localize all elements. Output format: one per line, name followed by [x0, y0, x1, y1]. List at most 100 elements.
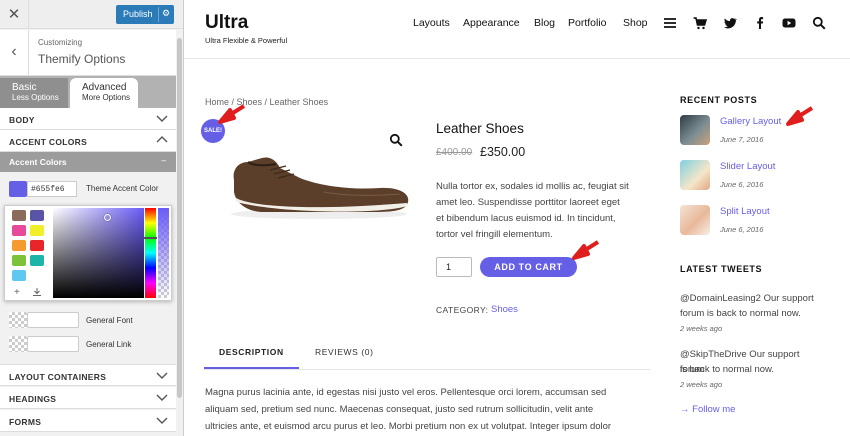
font-color-swatch[interactable] [9, 312, 27, 328]
opacity-slider[interactable] [158, 208, 169, 298]
facebook-icon[interactable] [753, 16, 767, 30]
close-icon[interactable]: ✕ [0, 0, 29, 29]
accent-colors-sublabel: Accent Colors [9, 157, 67, 167]
product-description-line: tortor vel fringill elementum. [436, 229, 553, 240]
general-link-label: General Link [86, 340, 132, 349]
general-font-label: General Font [86, 316, 133, 325]
palette-swatch[interactable] [30, 240, 44, 251]
site-tagline: Ultra Flexible & Powerful [205, 36, 288, 45]
publish-label: Publish [123, 9, 153, 19]
recent-post-title[interactable]: Split Layout [720, 206, 770, 217]
tab-description[interactable]: DESCRIPTION [219, 347, 284, 357]
panel-scrollbar-thumb[interactable] [177, 38, 182, 398]
gear-icon[interactable]: ⚙ [162, 8, 170, 19]
recent-post-title[interactable]: Gallery Layout [720, 116, 781, 127]
product-description-line: Nulla tortor ex, sodales id mollis ac, f… [436, 181, 629, 192]
palette-swatch[interactable] [12, 210, 26, 221]
download-icon[interactable] [32, 287, 42, 297]
old-price: £400.00 [436, 147, 473, 158]
tab-reviews[interactable]: REVIEWS (0) [315, 347, 374, 357]
recent-post-title[interactable]: Slider Layout [720, 161, 775, 172]
nav-blog[interactable]: Blog [534, 17, 555, 29]
accent-colors-subheader[interactable]: Accent Colors – [0, 152, 176, 172]
add-to-cart-button[interactable]: ADD TO CART [480, 257, 577, 277]
chevron-down-icon[interactable] [156, 414, 168, 426]
site-logo[interactable]: Ultra [205, 12, 248, 34]
palette-swatch[interactable] [30, 255, 44, 266]
accent-color-swatch[interactable] [9, 181, 27, 197]
back-arrow-icon[interactable]: ‹ [0, 30, 29, 76]
description-body-line: aliquam sed, pretium sed nunc. Maecenas … [205, 404, 594, 415]
follow-me-link[interactable]: → Follow me [680, 404, 735, 415]
search-icon[interactable] [812, 16, 826, 30]
customizer-topbar: ✕ Publish ⚙ [0, 0, 183, 29]
product-description-line: amet leo. Suspendisse porttitor laoreet … [436, 197, 620, 208]
chevron-down-icon[interactable] [156, 391, 168, 403]
tab-basic[interactable]: Basic Less Options [0, 78, 68, 108]
publish-divider [158, 7, 159, 22]
twitter-icon[interactable] [723, 16, 737, 30]
header-divider [184, 58, 850, 59]
general-font-row: General Font [0, 309, 176, 331]
section-forms[interactable]: FORMS [0, 410, 176, 432]
current-price: £350.00 [480, 145, 526, 159]
font-color-input[interactable] [27, 312, 79, 328]
collapse-icon[interactable]: – [161, 155, 166, 165]
palette-swatch[interactable] [30, 225, 44, 236]
section-headings[interactable]: HEADINGS [0, 387, 176, 409]
tab-advanced[interactable]: Advanced More Options [70, 78, 138, 108]
section-forms-label: FORMS [9, 417, 42, 427]
category-link[interactable]: Shoes [491, 304, 518, 315]
hue-slider[interactable] [144, 208, 157, 298]
chevron-down-icon[interactable] [156, 112, 168, 124]
section-layout-containers[interactable]: LAYOUT CONTAINERS [0, 364, 176, 386]
post-thumbnail[interactable] [680, 115, 710, 145]
theme-accent-row: #655fe6 Theme Accent Color [0, 172, 176, 205]
recent-posts-heading: RECENT POSTS [680, 95, 758, 105]
menu-icon[interactable] [663, 16, 677, 30]
quantity-input[interactable]: 1 [436, 257, 472, 277]
product-title: Leather Shoes [436, 121, 524, 136]
chevron-up-icon[interactable] [156, 134, 168, 146]
palette-swatch[interactable] [12, 225, 26, 236]
post-thumbnail[interactable] [680, 160, 710, 190]
latest-tweets-heading: LATEST TWEETS [680, 264, 763, 274]
nav-shop[interactable]: Shop [623, 17, 648, 29]
accent-hex-input[interactable]: #655fe6 [27, 181, 77, 197]
product-description-line: et bibendum lacus euismod id. In tincidu… [436, 213, 616, 224]
section-accent-colors[interactable]: ACCENT COLORS [0, 130, 176, 152]
description-body-line: ultricies ante, et euismod arcu purus et… [205, 421, 612, 432]
zoom-icon[interactable] [389, 133, 403, 147]
palette-swatch[interactable] [12, 270, 26, 281]
section-body[interactable]: BODY [0, 108, 176, 130]
nav-layouts[interactable]: Layouts [413, 17, 450, 29]
palette-swatch[interactable] [12, 240, 26, 251]
tweet-line: @DomainLeasing2 Our support [680, 293, 814, 304]
picker-handle[interactable] [104, 214, 111, 221]
recent-post-date: June 7, 2016 [720, 135, 764, 144]
tab-advanced-title: Advanced [82, 82, 127, 93]
add-color-icon[interactable]: + [14, 287, 20, 298]
post-thumbnail[interactable] [680, 205, 710, 235]
palette-swatch[interactable] [12, 255, 26, 266]
tab-basic-title: Basic [12, 82, 37, 93]
category-label: CATEGORY: [436, 305, 489, 315]
palette-swatch[interactable] [30, 210, 44, 221]
cart-icon[interactable] [693, 16, 707, 30]
link-color-input[interactable] [27, 336, 79, 352]
description-body-line: Magna purus lacinia ante, id egestas nis… [205, 387, 607, 398]
hue-handle[interactable] [144, 237, 157, 239]
link-color-swatch[interactable] [9, 336, 27, 352]
product-image[interactable] [224, 140, 414, 220]
nav-appearance[interactable]: Appearance [463, 17, 520, 29]
tab-basic-subtitle: Less Options [12, 93, 59, 102]
saturation-area[interactable] [53, 208, 144, 298]
tab-advanced-subtitle: More Options [82, 93, 131, 102]
section-title: Themify Options [38, 52, 126, 66]
chevron-down-icon[interactable] [156, 369, 168, 381]
nav-portfolio[interactable]: Portfolio [568, 17, 607, 29]
youtube-icon[interactable] [782, 16, 796, 30]
publish-button[interactable]: Publish ⚙ [116, 5, 174, 24]
mode-tabs: Basic Less Options Advanced More Options [0, 76, 183, 108]
section-layout-label: LAYOUT CONTAINERS [9, 372, 107, 382]
